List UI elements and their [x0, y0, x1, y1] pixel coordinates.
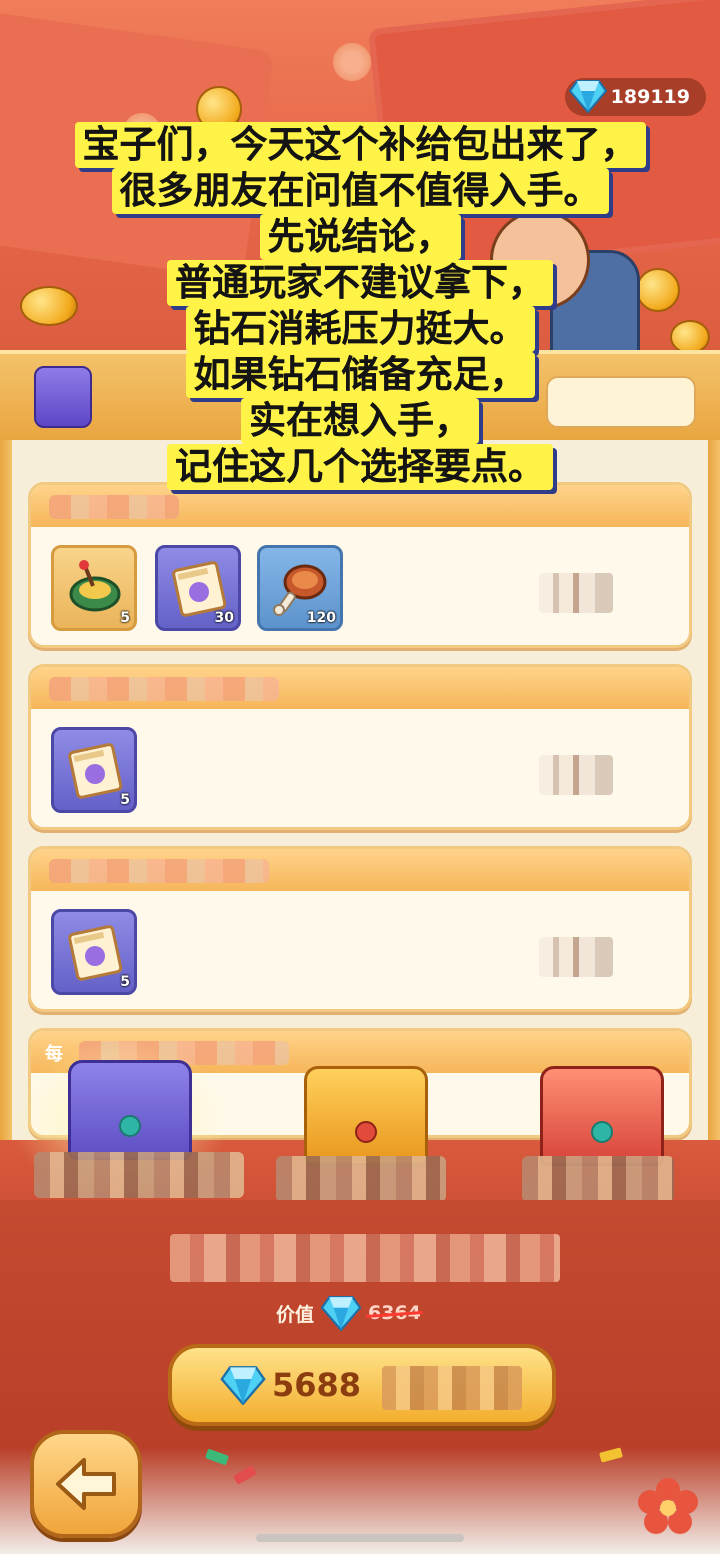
item-quantity: 120 [306, 610, 336, 626]
spinning-top-icon [69, 560, 121, 612]
reward-card-3: 5 [28, 846, 692, 1012]
reward-card-title [49, 495, 179, 519]
diamond-balance: 189119 [564, 78, 706, 116]
scroll-ticket-icon [68, 925, 123, 981]
reward-item[interactable]: 120 [257, 545, 343, 631]
caption-line: 先说结论， [259, 214, 461, 260]
caption-line: 如果钻石储备充足， [185, 352, 535, 398]
reward-item[interactable]: 5 [51, 909, 137, 995]
chest-option-red[interactable] [540, 1066, 664, 1166]
reward-value-blurred [539, 937, 613, 977]
diamond-icon [568, 79, 607, 113]
pack-description-blurred [170, 1234, 560, 1282]
item-quantity: 30 [214, 610, 234, 626]
reward-card-header [31, 485, 689, 527]
back-button[interactable] [30, 1430, 142, 1538]
reward-item[interactable]: 5 [51, 727, 137, 813]
flower-decoration [330, 40, 374, 84]
caption-line: 很多朋友在问值不值得入手。 [111, 168, 609, 214]
reward-card-header [31, 849, 689, 891]
item-quantity: 5 [120, 792, 130, 808]
buy-button[interactable]: 5688 [168, 1344, 556, 1426]
item-quantity: 5 [120, 974, 130, 990]
chest-label-blurred [34, 1152, 244, 1198]
panel-frame [708, 440, 720, 1160]
buy-button-label-blurred [382, 1366, 522, 1410]
diamond-icon [220, 1365, 266, 1405]
reward-card-header [31, 667, 689, 709]
reward-value-blurred [539, 755, 613, 795]
caption-line: 实在想入手， [241, 398, 479, 444]
chest-option-gold[interactable] [304, 1066, 428, 1166]
caption-line: 钻石消耗压力挺大。 [185, 306, 535, 352]
chest-knot-icon [591, 1121, 613, 1143]
caption-line: 宝子们，今天这个补给包出来了， [74, 122, 646, 168]
home-indicator[interactable] [256, 1534, 464, 1542]
chest-knot-icon [119, 1115, 141, 1137]
chest-option-purple[interactable] [68, 1060, 192, 1160]
chest-label-blurred [276, 1156, 446, 1202]
value-label: 价值 [276, 1303, 315, 1326]
diamond-icon [320, 1295, 362, 1331]
original-price: 6364 [368, 1302, 421, 1324]
plum-blossom-icon [638, 1478, 698, 1538]
back-arrow-icon [56, 1458, 116, 1510]
reward-item[interactable]: 30 [155, 545, 241, 631]
reward-card-title [49, 677, 279, 701]
panel-frame [0, 440, 12, 1160]
item-quantity: 5 [120, 610, 130, 626]
reward-item[interactable]: 5 [51, 545, 137, 631]
reward-card-title [49, 859, 269, 883]
reward-value-blurred [539, 573, 613, 613]
reward-card-2: 5 [28, 664, 692, 830]
buy-price: 5688 [272, 1366, 362, 1404]
caption-overlay: 宝子们，今天这个补给包出来了， 很多朋友在问值不值得入手。 先说结论， 普通玩家… [0, 122, 720, 490]
caption-line: 普通玩家不建议拿下， [167, 260, 553, 306]
chest-label-blurred [522, 1156, 674, 1202]
caption-line: 记住这几个选择要点。 [167, 444, 553, 490]
diamond-count: 189119 [610, 86, 690, 108]
scroll-ticket-icon [68, 743, 123, 799]
chest-knot-icon [355, 1121, 377, 1143]
original-value-row: 价值 6364 [276, 1295, 421, 1331]
reward-card-1: 5 30 120 [28, 482, 692, 648]
